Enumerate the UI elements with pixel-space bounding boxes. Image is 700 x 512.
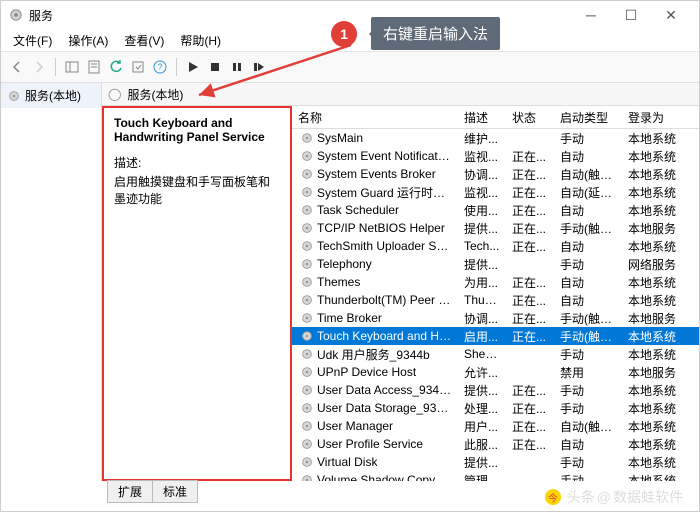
gear-icon: [7, 89, 21, 103]
annotation-badge: 1: [331, 21, 357, 47]
toolbar: ?: [1, 52, 699, 83]
annotation-text: 右键重启输入法: [371, 17, 500, 50]
menu-action[interactable]: 操作(A): [60, 30, 116, 51]
table-row[interactable]: System Events Broker协调...正在...自动(触发...本地…: [292, 165, 699, 183]
table-row[interactable]: Thunderbolt(TM) Peer to P...Thun...正在...…: [292, 291, 699, 309]
table-row[interactable]: Udk 用户服务_9344bShell...手动本地系统: [292, 345, 699, 363]
start-button[interactable]: [183, 57, 203, 77]
table-row[interactable]: Virtual Disk提供...手动本地系统: [292, 453, 699, 471]
watermark-prefix: 头条: [567, 487, 595, 507]
menu-help[interactable]: 帮助(H): [172, 30, 229, 51]
table-body[interactable]: SysMain维护...手动本地系统System Event Notificat…: [292, 129, 699, 481]
view-tabs: 扩展 标准: [107, 480, 198, 503]
detail-title-2: Handwriting Panel Service: [114, 130, 265, 144]
close-button[interactable]: ✕: [651, 1, 691, 29]
stop-button[interactable]: [205, 57, 225, 77]
table-header: 名称 描述 状态 启动类型 登录为: [292, 106, 699, 129]
properties-button[interactable]: [84, 57, 104, 77]
table-row[interactable]: Telephony提供...手动网络服务: [292, 255, 699, 273]
menu-view[interactable]: 查看(V): [116, 30, 172, 51]
table-row[interactable]: TechSmith Uploader ServiceTech...正在...自动…: [292, 237, 699, 255]
col-desc[interactable]: 描述: [458, 107, 506, 128]
col-logon[interactable]: 登录为: [622, 107, 682, 128]
table-row[interactable]: User Manager用户...正在...自动(触发...本地系统: [292, 417, 699, 435]
table-row[interactable]: Volume Shadow Copy管理...手动本地系统: [292, 471, 699, 481]
detail-desc-label: 描述:: [114, 154, 280, 171]
watermark: 今 头条 @ 数据蛙软件: [545, 487, 683, 507]
sidebar: 服务(本地): [1, 83, 102, 481]
table-row[interactable]: SysMain维护...手动本地系统: [292, 129, 699, 147]
table-row[interactable]: User Data Access_9344b提供...正在...手动本地系统: [292, 381, 699, 399]
annotation-callout: 1 右键重启输入法: [331, 17, 500, 50]
table-row[interactable]: Time Broker协调...正在...手动(触发...本地服务: [292, 309, 699, 327]
minimize-button[interactable]: ─: [571, 1, 611, 29]
sidebar-item-services[interactable]: 服务(本地): [1, 83, 101, 108]
location-bar: ◯ 服务(本地): [102, 83, 699, 106]
table-row[interactable]: UPnP Device Host允许...禁用本地服务: [292, 363, 699, 381]
table-row[interactable]: Touch Keyboard and Hand...启用...正在...手动(触…: [292, 327, 699, 345]
table-row[interactable]: Task Scheduler使用...正在...自动本地系统: [292, 201, 699, 219]
back-button[interactable]: [7, 57, 27, 77]
services-window: 服务 ─ ☐ ✕ 文件(F) 操作(A) 查看(V) 帮助(H) ? 服务(本地…: [0, 0, 700, 512]
maximize-button[interactable]: ☐: [611, 1, 651, 29]
services-table: 名称 描述 状态 启动类型 登录为 SysMain维护...手动本地系统Syst…: [292, 106, 699, 481]
help-button[interactable]: ?: [150, 57, 170, 77]
forward-button[interactable]: [29, 57, 49, 77]
svg-text:?: ?: [157, 62, 162, 72]
table-row[interactable]: User Profile Service此服...正在...自动本地系统: [292, 435, 699, 453]
detail-desc-text: 启用触摸键盘和手写面板笔和墨迹功能: [114, 173, 280, 207]
app-icon: [9, 8, 23, 22]
col-name[interactable]: 名称: [292, 107, 458, 128]
col-status[interactable]: 状态: [506, 107, 554, 128]
show-hide-button[interactable]: [62, 57, 82, 77]
refresh-button[interactable]: [106, 57, 126, 77]
table-row[interactable]: Themes为用...正在...自动本地系统: [292, 273, 699, 291]
watermark-name: 数据蛙软件: [613, 487, 683, 507]
location-back-icon[interactable]: ◯: [108, 87, 121, 101]
table-row[interactable]: User Data Storage_9344b处理...正在...手动本地系统: [292, 399, 699, 417]
location-text: 服务(本地): [127, 86, 183, 103]
table-row[interactable]: TCP/IP NetBIOS Helper提供...正在...手动(触发...本…: [292, 219, 699, 237]
col-startup[interactable]: 启动类型: [554, 107, 622, 128]
sidebar-label: 服务(本地): [25, 87, 81, 104]
detail-title-1: Touch Keyboard and: [114, 116, 232, 130]
export-button[interactable]: [128, 57, 148, 77]
detail-panel: Touch Keyboard and Handwriting Panel Ser…: [102, 106, 292, 481]
restart-button[interactable]: [249, 57, 269, 77]
watermark-logo: 今: [545, 489, 561, 505]
table-row[interactable]: System Event Notification ...监视...正在...自…: [292, 147, 699, 165]
pause-button[interactable]: [227, 57, 247, 77]
tab-standard[interactable]: 标准: [153, 480, 198, 503]
menu-file[interactable]: 文件(F): [5, 30, 60, 51]
tab-extended[interactable]: 扩展: [107, 480, 153, 503]
table-row[interactable]: System Guard 运行时监视...监视...正在...自动(延迟...本…: [292, 183, 699, 201]
